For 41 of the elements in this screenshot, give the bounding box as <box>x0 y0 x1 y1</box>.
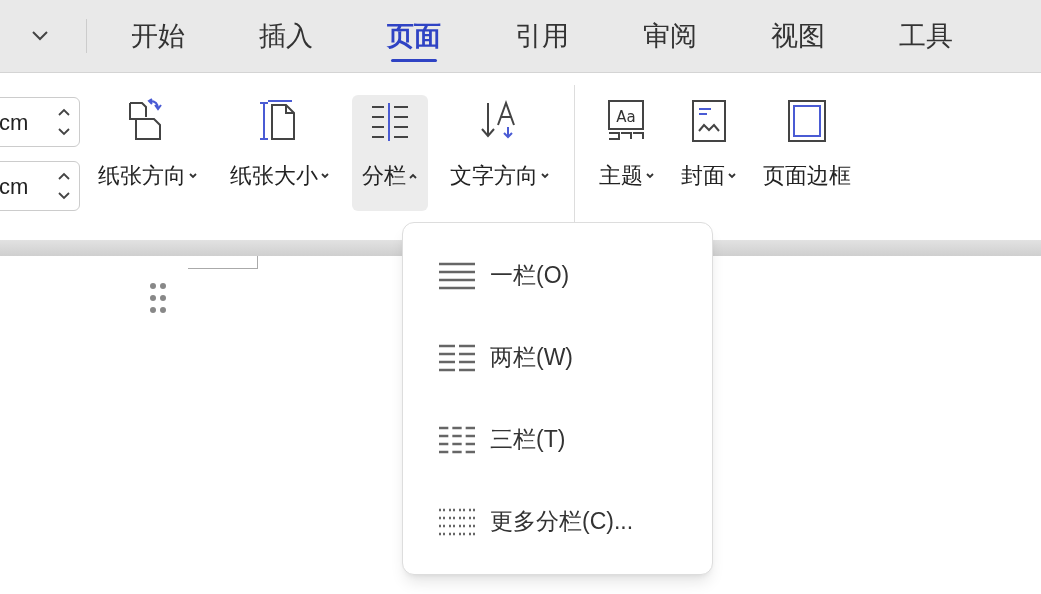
menu-item[interactable]: 两栏(W) <box>438 327 712 388</box>
button-label: 纸张方向 <box>98 162 186 190</box>
button-label: 分栏 <box>362 162 406 190</box>
ribbon-button[interactable]: 文字方向 <box>440 95 560 211</box>
margin-corner-mark <box>188 256 258 269</box>
ribbon-tab[interactable]: 开始 <box>107 8 209 64</box>
menu-item[interactable]: 三栏(T) <box>438 409 712 470</box>
columns-icon <box>438 506 476 537</box>
menu-item[interactable]: 更多分栏(C)... <box>438 491 712 552</box>
ribbon-button[interactable]: 分栏 <box>352 95 428 211</box>
ribbon-button[interactable]: 封面 <box>671 95 747 211</box>
ribbon-tab[interactable]: 工具 <box>875 8 977 64</box>
ribbon-tab[interactable]: 引用 <box>491 8 593 64</box>
unit-text: cm <box>0 108 29 137</box>
columns-icon <box>438 342 476 373</box>
ribbon-button[interactable]: 纸张大小 <box>220 95 340 211</box>
ribbon-button[interactable]: 纸张方向 <box>88 95 208 211</box>
ribbon-tab[interactable]: 页面 <box>363 8 465 64</box>
ribbon-button[interactable]: Aa 主题 <box>589 95 665 211</box>
spin-field[interactable]: cm <box>0 161 80 211</box>
button-label: 页面边框 <box>763 162 851 190</box>
button-label: 纸张大小 <box>230 162 318 190</box>
button-label: 主题 <box>599 162 643 190</box>
columns-icon <box>438 260 476 291</box>
caret-icon <box>188 171 198 180</box>
caret-icon <box>727 171 737 180</box>
button-label: 封面 <box>681 162 725 190</box>
ribbon-tab[interactable]: 审阅 <box>619 8 721 64</box>
caret-icon <box>408 171 418 180</box>
spin-field[interactable]: cm <box>0 97 80 147</box>
caret-icon <box>540 171 550 180</box>
caret-icon <box>320 171 330 180</box>
ribbon-tab[interactable]: 视图 <box>747 8 849 64</box>
unit-text: cm <box>0 172 29 201</box>
columns-icon <box>438 424 476 455</box>
ribbon-button[interactable]: 页面边框 <box>753 95 861 211</box>
ribbon-tab[interactable]: 插入 <box>235 8 337 64</box>
button-label: 文字方向 <box>450 162 538 190</box>
caret-icon <box>645 171 655 180</box>
menu-item[interactable]: 一栏(O) <box>438 245 712 306</box>
chevron-down-icon[interactable] <box>30 29 50 43</box>
